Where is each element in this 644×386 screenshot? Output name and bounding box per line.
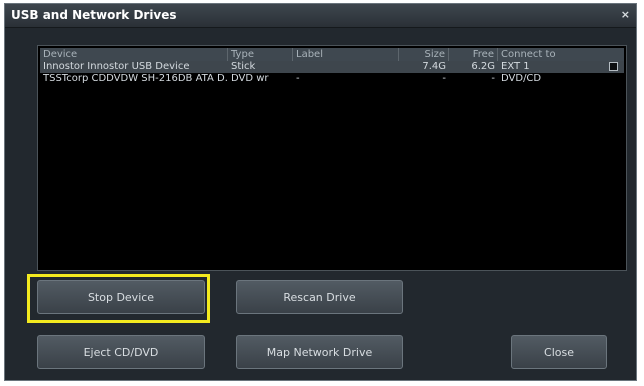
map-network-drive-button[interactable]: Map Network Drive [236,335,403,369]
column-header-type[interactable]: Type [228,48,293,61]
stop-device-button[interactable]: Stop Device [37,280,205,314]
table-header: Device Type Label Size Free Connect to [40,48,624,61]
cell-type: Stick [231,61,256,72]
column-header-connect-to[interactable]: Connect to [498,48,624,61]
cell-type: DVD wr [231,73,269,84]
column-header-size[interactable]: Size [399,48,449,61]
title-bar[interactable]: USB and Network Drives × [5,4,636,28]
rescan-drive-button[interactable]: Rescan Drive [236,280,403,314]
dialog-title: USB and Network Drives [11,8,177,22]
cell-device: Innostor Innostor USB Device [43,61,190,72]
column-header-label[interactable]: Label [293,48,399,61]
cell-connect-to: DVD/CD [501,73,542,84]
column-header-free[interactable]: Free [449,48,498,61]
drives-table: Device Type Label Size Free Connect to I… [37,45,627,271]
eject-cd-dvd-button[interactable]: Eject CD/DVD [37,335,205,369]
cell-size: 7.4G [422,61,446,72]
cell-label [293,61,399,73]
cell-size: - [442,73,446,84]
cell-connect-to: EXT 1 [501,61,530,72]
cell-device: TSSTcorp CDDVDW SH-216DB ATA D... [43,73,228,84]
table-row[interactable]: Innostor Innostor USB Device Stick 7.4G … [40,61,624,73]
column-header-device[interactable]: Device [40,48,228,61]
cell-free: - [491,73,495,84]
connect-checkbox[interactable] [609,62,618,71]
close-icon[interactable]: × [621,8,630,21]
close-button[interactable]: Close [511,335,607,369]
cell-free: 6.2G [471,61,495,72]
table-row[interactable]: TSSTcorp CDDVDW SH-216DB ATA D... DVD wr… [40,73,624,85]
cell-label: - [296,73,300,84]
usb-network-drives-dialog: USB and Network Drives × Device Type Lab… [4,3,637,381]
